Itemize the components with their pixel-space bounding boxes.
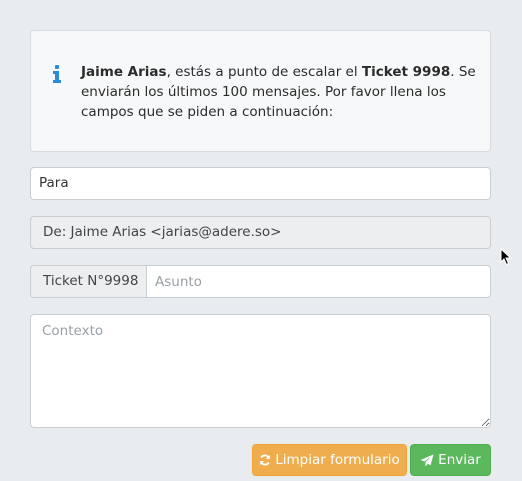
clear-form-button[interactable]: Limpiar formulario bbox=[252, 444, 407, 476]
clear-form-label: Limpiar formulario bbox=[275, 452, 400, 468]
ticket-number-addon: Ticket N°9998 bbox=[30, 265, 146, 298]
info-user-name: Jaime Arias bbox=[81, 64, 167, 80]
from-field: De: Jaime Arias <jarias@adere.so> bbox=[30, 216, 491, 249]
from-field-value: De: Jaime Arias <jarias@adere.so> bbox=[43, 224, 282, 240]
subject-group: Ticket N°9998 bbox=[30, 265, 491, 298]
send-label: Enviar bbox=[438, 452, 481, 468]
paper-plane-icon bbox=[420, 454, 434, 466]
subject-input[interactable] bbox=[146, 265, 491, 298]
info-alert: Jaime Arias, estás a punto de escalar el… bbox=[30, 30, 491, 152]
refresh-icon bbox=[260, 454, 271, 466]
to-field-value: Para bbox=[39, 175, 69, 191]
send-button[interactable]: Enviar bbox=[410, 444, 491, 476]
info-message: Jaime Arias, estás a punto de escalar el… bbox=[81, 62, 481, 122]
info-ticket-label: Ticket 9998 bbox=[361, 64, 451, 80]
info-text-part-1: , estás a punto de escalar el bbox=[166, 64, 362, 80]
mouse-cursor-icon bbox=[500, 248, 512, 266]
context-textarea[interactable] bbox=[30, 314, 491, 428]
info-icon bbox=[53, 65, 61, 83]
to-field[interactable]: Para bbox=[30, 167, 491, 200]
